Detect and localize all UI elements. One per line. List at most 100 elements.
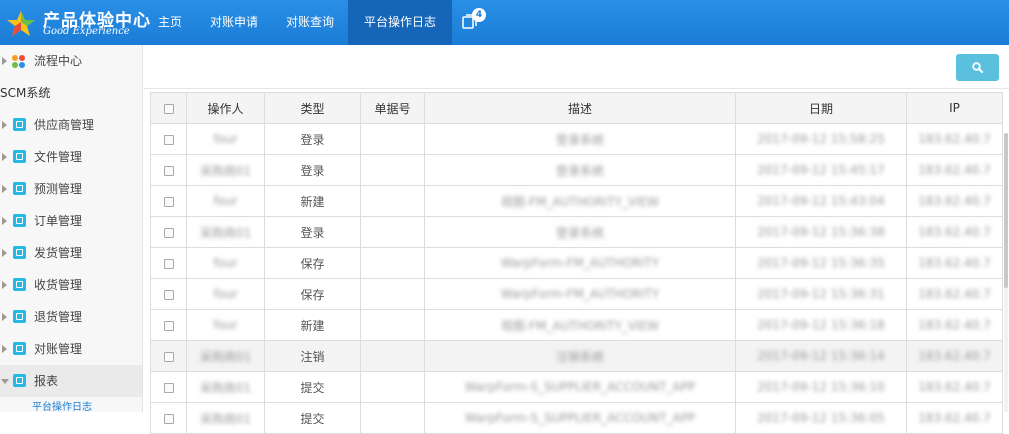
cell-description: 视图-FM_AUTHORITY_VIEW (424, 185, 736, 217)
row-select-cell (150, 402, 187, 434)
star-logo-icon (7, 11, 35, 36)
cell-ip-text: 183.62.40.7 (918, 225, 991, 239)
cell-date-text: 2017-09-12 15:36:05 (757, 411, 885, 425)
cell-ip: 183.62.40.7 (906, 340, 1003, 372)
module-icon (13, 182, 26, 195)
sidebar: 流程中心 SCM系统 供应商管理 文件管理 预测管理 订单管理 发货管理 收货管… (0, 45, 143, 412)
module-icon (13, 310, 26, 323)
select-all-cell (150, 92, 187, 124)
cell-date: 2017-09-12 15:36:18 (735, 309, 907, 341)
table-row[interactable]: four 登录 登录系统 2017-09-12 15:58:25 183.62.40.7 (150, 123, 1003, 155)
nav-reconcile-apply[interactable]: 对账申请 (196, 0, 272, 45)
sidebar-item-order[interactable]: 订单管理 (0, 205, 142, 237)
sidebar-item-flow-center[interactable]: 流程中心 (0, 45, 142, 77)
table-row[interactable]: four 保存 WarpForm-FM_AUTHORITY 2017-09-12 15… (150, 278, 1003, 310)
row-checkbox[interactable] (163, 289, 174, 300)
cell-date-text: 2017-09-12 15:43:04 (757, 194, 885, 208)
module-icon (13, 278, 26, 291)
row-checkbox[interactable] (163, 196, 174, 207)
cell-date: 2017-09-12 15:36:35 (735, 247, 907, 279)
cell-operator: 采购商01 (186, 402, 265, 434)
search-button[interactable] (956, 54, 999, 81)
table-row[interactable]: 采购商01 登录 登录系统 2017-09-12 15:45:17 183.62.40.… (150, 154, 1003, 186)
cell-description-text: WarpForm-S_SUPPLIER_ACCOUNT_APP (464, 380, 696, 394)
sidebar-item-file[interactable]: 文件管理 (0, 141, 142, 173)
cell-date-text: 2017-09-12 15:36:14 (757, 349, 885, 363)
nav-reconcile-query[interactable]: 对账查询 (272, 0, 348, 45)
sidebar-subitem-platform-log[interactable]: 平台操作日志 (0, 397, 142, 412)
sidebar-item-return[interactable]: 退货管理 (0, 301, 142, 333)
cell-operator: 采购商01 (186, 340, 265, 372)
table-row[interactable]: 采购商01 提交 WarpForm-S_SUPPLIER_ACCOUNT_APP 20… (150, 402, 1003, 434)
nav-home[interactable]: 主页 (144, 0, 196, 45)
row-select-cell (150, 278, 187, 310)
cell-ip: 183.62.40.7 (906, 216, 1003, 248)
cell-ip-text: 183.62.40.7 (918, 194, 991, 208)
row-checkbox[interactable] (163, 134, 174, 145)
module-icon (13, 214, 26, 227)
sidebar-item-receiving[interactable]: 收货管理 (0, 269, 142, 301)
cell-description: WarpForm-S_SUPPLIER_ACCOUNT_APP (424, 371, 736, 403)
logo[interactable]: 产品体验中心 Good Experience (0, 0, 150, 45)
row-checkbox[interactable] (163, 320, 174, 331)
column-header-operator[interactable]: 操作人 (186, 92, 265, 124)
cell-description: 登录系统 (424, 216, 736, 248)
table-row[interactable]: four 保存 WarpForm-FM_AUTHORITY 2017-09-12 15… (150, 247, 1003, 279)
scrollbar-thumb[interactable] (1004, 133, 1008, 288)
table-row[interactable]: four 新建 视图-FM_AUTHORITY_VIEW 2017-09-12 15:… (150, 309, 1003, 341)
nav-platform-log[interactable]: 平台操作日志 (348, 0, 453, 45)
cell-operator: four (186, 309, 265, 341)
cell-type-text: 新建 (300, 318, 325, 333)
cell-description-text: 登录系统 (555, 163, 604, 178)
sidebar-item-report[interactable]: 报表 (0, 365, 142, 397)
cell-ip-text: 183.62.40.7 (918, 349, 991, 363)
message-button[interactable]: 4 (452, 0, 492, 45)
column-header-type[interactable]: 类型 (264, 92, 361, 124)
message-badge: 4 (472, 8, 487, 22)
module-icon (13, 374, 26, 387)
sidebar-item-forecast[interactable]: 预测管理 (0, 173, 142, 205)
cell-type: 保存 (264, 278, 361, 310)
sidebar-item-label: 流程中心 (34, 54, 83, 68)
table-row[interactable]: four 新建 视图-FM_AUTHORITY_VIEW 2017-09-12 15:… (150, 185, 1003, 217)
table-row[interactable]: 采购商01 提交 WarpForm-S_SUPPLIER_ACCOUNT_APP 20… (150, 371, 1003, 403)
row-checkbox[interactable] (163, 413, 174, 424)
cell-description-text: 注销系统 (555, 349, 604, 364)
sidebar-item-reconcile[interactable]: 对账管理 (0, 333, 142, 365)
sidebar-item-shipping[interactable]: 发货管理 (0, 237, 142, 269)
column-header-description[interactable]: 描述 (424, 92, 736, 124)
cell-operator-text: four (213, 256, 238, 270)
cell-operator: four (186, 123, 265, 155)
row-select-cell (150, 154, 187, 186)
row-checkbox[interactable] (163, 227, 174, 238)
cell-doc-no (360, 309, 425, 341)
sidebar-section-title: SCM系统 (0, 86, 51, 100)
cell-ip-text: 183.62.40.7 (918, 380, 991, 394)
column-header-ip[interactable]: IP (906, 92, 1003, 124)
chevron-right-icon (2, 121, 7, 129)
row-checkbox[interactable] (163, 258, 174, 269)
row-select-cell (150, 185, 187, 217)
select-all-checkbox[interactable] (163, 103, 174, 114)
column-header-date[interactable]: 日期 (735, 92, 907, 124)
scrollbar[interactable] (1004, 133, 1008, 412)
table-row[interactable]: 采购商01 登录 登录系统 2017-09-12 15:36:38 183.62.40.… (150, 216, 1003, 248)
sidebar-item-supplier[interactable]: 供应商管理 (0, 109, 142, 141)
row-checkbox[interactable] (163, 351, 174, 362)
logo-subtitle: Good Experience (43, 26, 130, 37)
cell-type: 提交 (264, 402, 361, 434)
cell-operator-text: 采购商01 (199, 349, 252, 364)
cell-ip-text: 183.62.40.7 (918, 163, 991, 177)
module-icon (13, 342, 26, 355)
cell-date-text: 2017-09-12 15:36:31 (757, 287, 885, 301)
table-row[interactable]: 采购商01 注销 注销系统 2017-09-12 15:36:14 183.62.40.… (150, 340, 1003, 372)
sidebar-item-label: 文件管理 (34, 150, 83, 164)
row-checkbox[interactable] (163, 382, 174, 393)
row-checkbox[interactable] (163, 165, 174, 176)
sidebar-item-label: 发货管理 (34, 246, 83, 260)
cell-ip: 183.62.40.7 (906, 278, 1003, 310)
main-nav: 主页 对账申请 对账查询 平台操作日志 4 (144, 0, 492, 45)
cell-ip: 183.62.40.7 (906, 402, 1003, 434)
column-header-doc-no[interactable]: 单据号 (360, 92, 425, 124)
cell-doc-no (360, 402, 425, 434)
